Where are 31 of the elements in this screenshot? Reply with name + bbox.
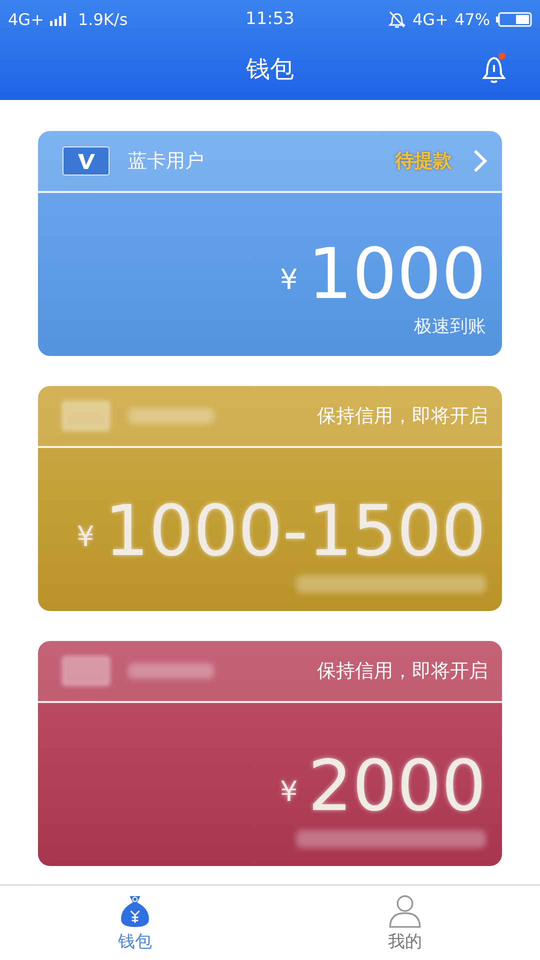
signal-icon: [50, 12, 66, 26]
v-badge-icon: [62, 146, 110, 176]
battery-icon: [496, 12, 532, 26]
currency-sign: ¥: [280, 262, 298, 296]
wallet-card[interactable]: 保持信用，即将开启 ¥2000: [38, 641, 502, 866]
tab-item[interactable]: 我的: [270, 886, 540, 960]
currency-sign: ¥: [76, 520, 94, 552]
money-bag-icon: [118, 894, 152, 928]
card-status: 保持信用，即将开启: [317, 404, 488, 429]
muted-bell-icon: [388, 10, 406, 28]
network-type: 4G+: [8, 10, 44, 28]
credit-amount: 1000-1500: [104, 491, 486, 571]
card-badge-icon: [62, 656, 110, 686]
page-title: 钱包: [246, 54, 294, 85]
card-status: 待提款: [395, 149, 452, 174]
card-name: 蓝卡用户: [128, 149, 204, 174]
card-note: 极速到账: [414, 315, 486, 338]
credit-amount: 2000: [308, 746, 486, 826]
currency-sign: ¥: [280, 774, 298, 808]
person-icon: [388, 894, 422, 928]
notification-bell-icon[interactable]: [480, 52, 508, 84]
wallet-card[interactable]: 蓝卡用户 待提款 ¥1000 极速到账: [38, 131, 502, 356]
credit-amount: 1000: [308, 234, 486, 314]
card-badge-icon: [62, 401, 110, 431]
clock: 11:53: [246, 9, 294, 29]
battery-percent: 47%: [454, 10, 490, 28]
network-type: 4G+: [412, 10, 448, 28]
tab-item[interactable]: 钱包: [0, 886, 270, 960]
card-status: 保持信用，即将开启: [317, 659, 488, 684]
wallet-card[interactable]: 保持信用，即将开启 ¥1000-1500: [38, 386, 502, 611]
network-speed: 1.9K/s: [78, 10, 128, 28]
